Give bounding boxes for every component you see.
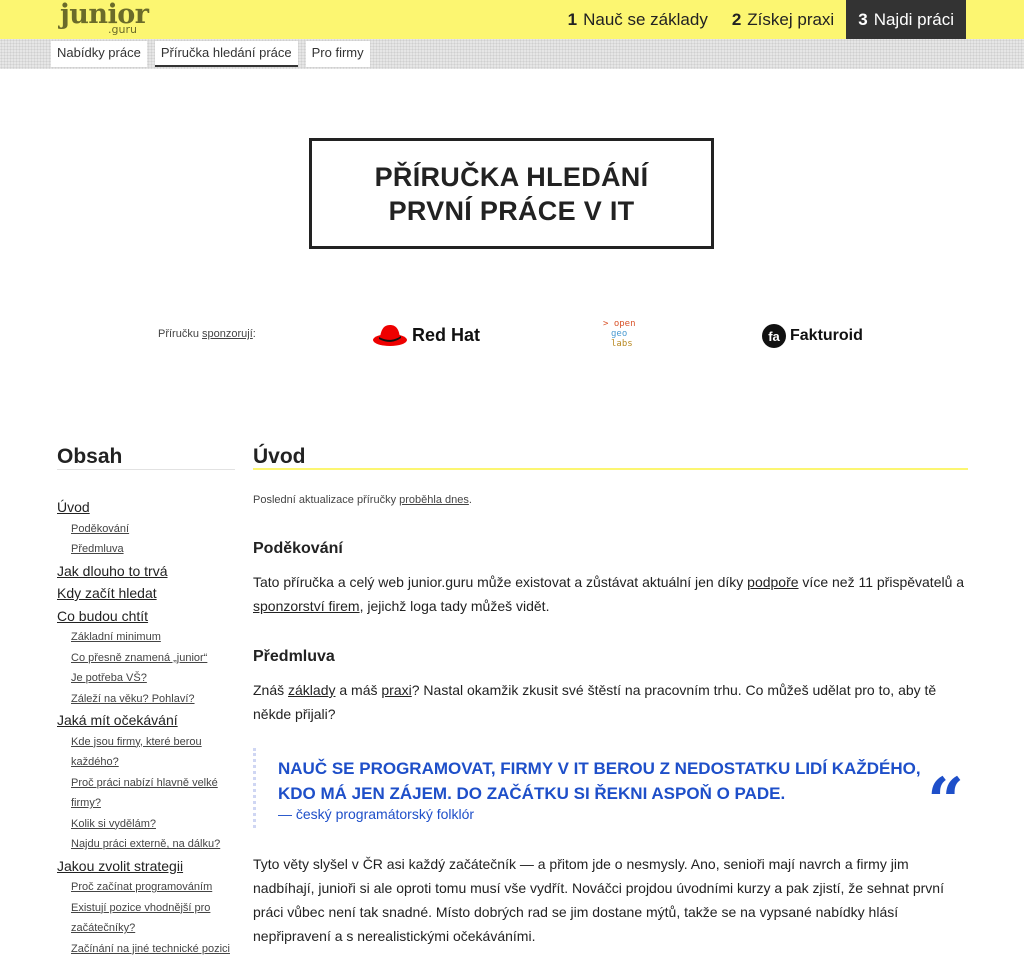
thanks-text: více než 11 přispěvatelů a (799, 574, 965, 590)
toc-subitem[interactable]: Poděkování (57, 519, 235, 540)
sponsor-redhat-logo[interactable]: Red Hat (372, 322, 480, 348)
sponsors-link[interactable]: sponzorují (202, 328, 253, 340)
updated-suffix: . (469, 494, 472, 506)
toc-subitem[interactable]: Kolik si vydělám? (57, 814, 235, 835)
quote-text: NAUČ SE PROGRAMOVAT, FIRMY V IT BEROU Z … (278, 756, 938, 806)
nav-num: 3 (858, 10, 867, 30)
ogl-line-labs: labs (603, 339, 636, 349)
page-title: PŘÍRUČKA HLEDÁNÍ PRVNÍ PRÁCE V IT (375, 160, 649, 228)
main-nav: 1 Nauč se základy 2 Získej praxi 3 Najdi pr… (556, 0, 966, 39)
page-title-line1: PŘÍRUČKA HLEDÁNÍ (375, 162, 649, 192)
top-bar: junior .guru 1 Nauč se základy 2 Získej pr… (0, 0, 1024, 39)
section-title-intro: Úvod (253, 444, 968, 470)
sub-nav-for-companies[interactable]: Pro firmy (306, 41, 370, 67)
toc-subitem[interactable]: Existují pozice vhodnější pro (57, 898, 235, 919)
thanks-text: Tato příručka a celý web junior.guru můž… (253, 574, 747, 590)
heading-preface: Předmluva (253, 648, 335, 666)
toc-subitem[interactable]: Základní minimum (57, 627, 235, 648)
updated-prefix: Poslední aktualizace příručky (253, 494, 399, 506)
toc-list: Úvod Poděkování Předmluva Jak dlouho to … (57, 496, 235, 959)
toc-subitem[interactable]: Najdu práci externě, na dálku? (57, 834, 235, 855)
main-nav-item-find-job[interactable]: 3 Najdi práci (846, 0, 966, 39)
page-title-line2: PRVNÍ PRÁCE V IT (389, 196, 635, 226)
toc-subitem[interactable]: začátečníky? (57, 918, 235, 939)
junior-guru-logo[interactable]: junior .guru (60, 2, 140, 36)
toc-subitem[interactable]: Co přesně znamená „junior“ (57, 648, 235, 669)
nav-num: 2 (732, 10, 741, 30)
nav-label: Nauč se základy (583, 10, 708, 30)
svg-text:fa: fa (768, 329, 780, 344)
folklore-quote: NAUČ SE PROGRAMOVAT, FIRMY V IT BEROU Z … (253, 748, 968, 828)
sub-nav-handbook[interactable]: Příručka hledání práce (155, 41, 298, 67)
quote-author: — český programátorský folklór (278, 806, 474, 822)
toc-subitem[interactable]: Záleží na věku? Pohlaví? (57, 689, 235, 710)
closing-paragraph: Tyto věty slyšel v ČR asi každý začátečn… (253, 852, 968, 948)
nav-num: 1 (568, 10, 577, 30)
toc-subitem[interactable]: Předmluva (57, 539, 235, 560)
sponsor-fakturoid-logo[interactable]: fa Fakturoid (761, 323, 863, 349)
sponsors-label-suffix: : (253, 328, 256, 340)
thanks-paragraph: Tato příručka a celý web junior.guru můž… (253, 570, 968, 618)
preface-paragraph: Znáš základy a máš praxi? Nastal okamžik… (253, 678, 968, 726)
toc-item[interactable]: Jak dlouho to trvá (57, 560, 235, 583)
toc-item[interactable]: Jaká mít očekávání (57, 709, 235, 732)
toc-subitem[interactable]: Začínání na jiné technické pozici (57, 939, 235, 959)
toc-subitem[interactable]: Proč začínat programováním (57, 877, 235, 898)
sponsorship-link[interactable]: sponzorství firem (253, 598, 360, 614)
preface-text: a máš (335, 682, 381, 698)
toc-subitem[interactable]: každého? (57, 752, 235, 773)
sponsors-label: Příručku sponzorují: (158, 328, 256, 340)
nav-label: Najdi práci (874, 10, 954, 30)
main-nav-item-practice[interactable]: 2 Získej praxi (720, 0, 846, 39)
preface-text: Znáš (253, 682, 288, 698)
toc-item[interactable]: Co budou chtít (57, 605, 235, 628)
toc-item[interactable]: Kdy začít hledat (57, 582, 235, 605)
heading-thanks: Poděkování (253, 540, 343, 558)
hero-box: PŘÍRUČKA HLEDÁNÍ PRVNÍ PRÁCE V IT (309, 138, 714, 249)
updated-link[interactable]: proběhla dnes (399, 494, 469, 506)
toc-subitem[interactable]: Je potřeba VŠ? (57, 668, 235, 689)
toc-subitem[interactable]: Proč práci nabízí hlavně velké (57, 773, 235, 794)
main-content: Úvod Poslední aktualizace příručky probě… (253, 444, 968, 470)
nav-label: Získej praxi (747, 10, 834, 30)
sponsors-label-prefix: Příručku (158, 328, 202, 340)
toc-item[interactable]: Úvod (57, 496, 235, 519)
logo-subtext: .guru (108, 23, 137, 36)
main-nav-item-basics[interactable]: 1 Nauč se základy (556, 0, 720, 39)
ogl-line-geo: geo (603, 329, 636, 339)
fakturoid-wordmark: Fakturoid (790, 327, 863, 345)
quote-mark-icon: “ (927, 770, 964, 834)
toc-title: Obsah (57, 444, 235, 470)
sponsor-opengeolabs-logo[interactable]: > open geo labs (603, 319, 636, 349)
sub-nav: Nabídky práce Příručka hledání práce Pro… (51, 41, 378, 67)
fakturoid-fa-icon: fa (761, 323, 787, 349)
toc-subitem[interactable]: Kde jsou firmy, které berou (57, 732, 235, 753)
thanks-text: , jejichž loga tady můžeš vidět. (360, 598, 550, 614)
table-of-contents: Obsah Úvod Poděkování Předmluva Jak dlou… (57, 444, 235, 959)
practice-link[interactable]: praxi (381, 682, 411, 698)
sub-nav-job-offers[interactable]: Nabídky práce (51, 41, 147, 67)
sub-bar: Nabídky práce Příručka hledání práce Pro… (0, 39, 1024, 69)
toc-subitem[interactable]: firmy? (57, 793, 235, 814)
support-link[interactable]: podpoře (747, 574, 798, 590)
ogl-line-open: > open (603, 319, 636, 329)
last-updated-note: Poslední aktualizace příručky proběhla d… (253, 494, 472, 506)
redhat-hat-icon (372, 322, 408, 348)
toc-item[interactable]: Jakou zvolit strategii (57, 855, 235, 878)
redhat-wordmark: Red Hat (412, 325, 480, 346)
basics-link[interactable]: základy (288, 682, 335, 698)
